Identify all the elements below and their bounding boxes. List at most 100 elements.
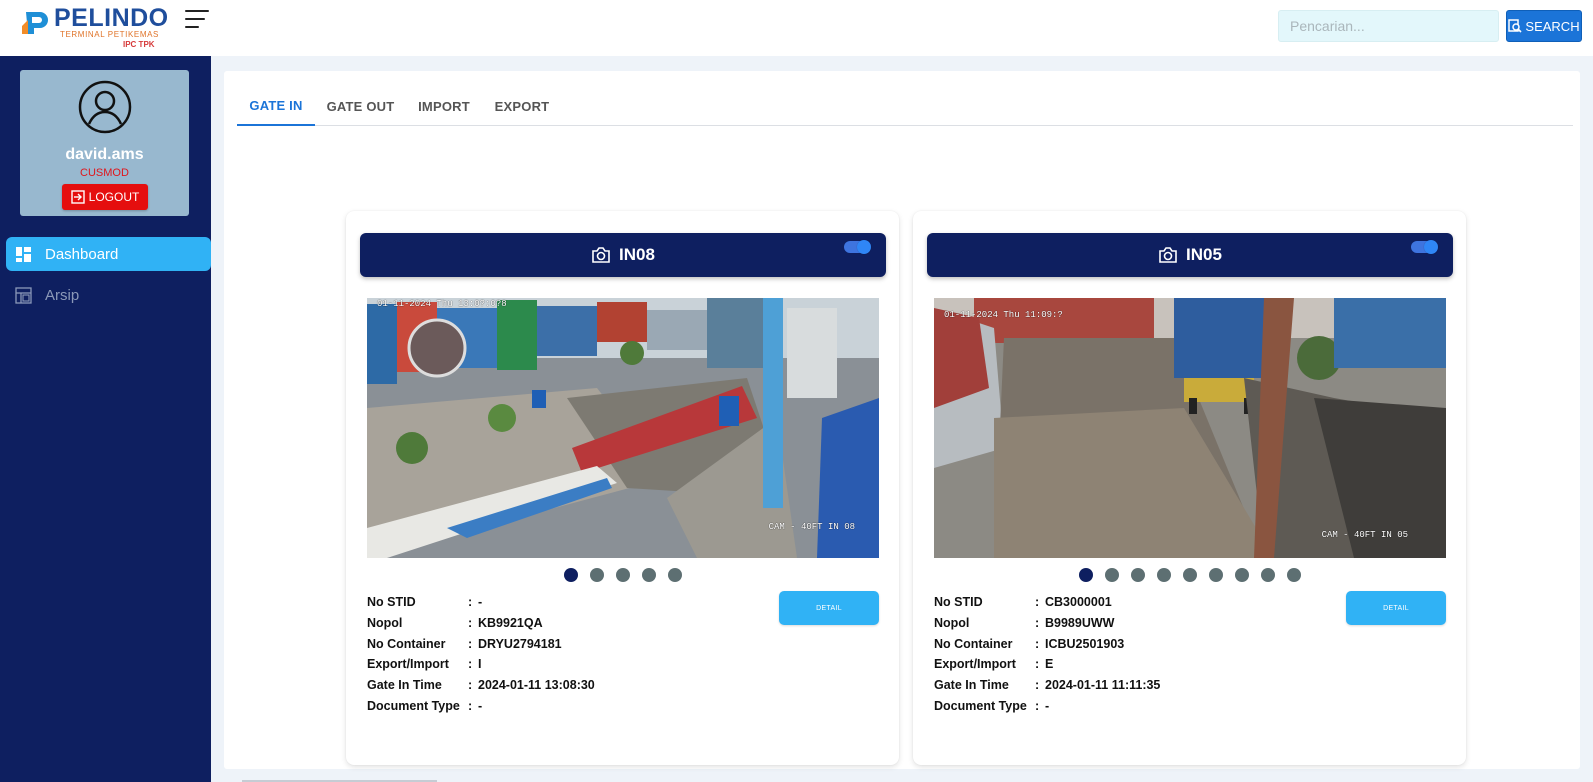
gate-card: IN05 01-11-2024 Thu 11:09:? CAM - 40FT I…	[913, 211, 1466, 765]
info-label: Document Type	[934, 698, 1027, 713]
slide-indicators	[346, 568, 899, 582]
logout-button[interactable]: LOGOUT	[62, 184, 148, 210]
pelindo-logo-mark	[22, 12, 48, 34]
info-row-document-type: Document Type: -	[934, 698, 1050, 713]
slide-dot[interactable]	[667, 568, 682, 582]
slide-dot[interactable]	[615, 568, 630, 582]
info-value: I	[478, 657, 482, 672]
info-label: No Container	[367, 636, 446, 651]
detail-button-label: DETAIL	[816, 604, 842, 612]
detail-button[interactable]: DETAIL	[779, 591, 879, 625]
tab-export[interactable]: EXPORT	[482, 86, 562, 126]
info-label: No STID	[367, 595, 416, 610]
camera-timestamp: 01-11-2024 Thu 11:09:?	[944, 310, 1063, 320]
info-row-nopol: Nopol: B9989UWW	[934, 616, 1115, 631]
info-row-gate-in-time: Gate In Time:2024-01-11 11:11:35	[934, 678, 1161, 693]
info-value: -	[478, 595, 483, 610]
info-row-container: No Container: DRYU2794181	[367, 636, 562, 651]
card-header: IN05	[927, 233, 1453, 277]
camera-toggle[interactable]	[844, 240, 871, 254]
slide-dot[interactable]	[1130, 568, 1145, 582]
tab-label: GATE OUT	[326, 98, 395, 114]
user-profile-card: david.ams CUSMOD LOGOUT	[20, 70, 189, 216]
info-label: Gate In Time	[934, 678, 1009, 693]
slide-dot[interactable]	[1078, 568, 1093, 582]
logo-title: PELINDO	[54, 4, 169, 32]
menu-toggle-icon[interactable]	[185, 8, 211, 30]
gate-info: No STID: - Nopol: KB9921QA No Container: DR…	[367, 592, 727, 716]
logo-subtitle: TERMINAL PETIKEMAS	[60, 30, 159, 39]
camera-overlay-label: CAM - 40FT IN 08	[768, 522, 855, 532]
slide-dot[interactable]	[1156, 568, 1171, 582]
slide-dot[interactable]	[1260, 568, 1275, 582]
slide-dot[interactable]	[1104, 568, 1119, 582]
search-button[interactable]: SEARCH	[1506, 10, 1582, 42]
slide-dot[interactable]	[589, 568, 604, 582]
info-value: B9989UWW	[1045, 616, 1115, 631]
camera-icon	[592, 247, 610, 263]
camera-name: IN05	[1186, 245, 1222, 264]
search-input[interactable]	[1278, 10, 1499, 42]
slide-dot[interactable]	[1208, 568, 1223, 582]
top-bar: PELINDO TERMINAL PETIKEMAS IPC TPK SEARC…	[0, 0, 1593, 56]
slide-dot[interactable]	[641, 568, 656, 582]
slide-dot[interactable]	[1182, 568, 1197, 582]
info-value: E	[1045, 657, 1054, 672]
gate-tabs: GATE IN GATE OUT IMPORT EXPORT	[237, 86, 1573, 126]
user-role: CUSMOD	[80, 167, 129, 179]
gate-card: IN08 01-11-2024 Thu 13:0?:0?8 CAM - 40FT…	[346, 211, 899, 765]
main-panel: GATE IN GATE OUT IMPORT EXPORT IN08 01-1…	[224, 71, 1580, 769]
info-row-nopol: Nopol: KB9921QA	[367, 616, 543, 631]
sidebar: david.ams CUSMOD LOGOUT Dashboard Arsip	[0, 56, 211, 782]
info-value: ICBU2501903	[1045, 636, 1125, 651]
user-avatar-icon	[78, 80, 132, 134]
slide-dot[interactable]	[563, 568, 578, 582]
gate-info: No STID: CB3000001 Nopol: B9989UWW No Cont…	[934, 592, 1294, 716]
logo-tag: IPC TPK	[123, 40, 155, 49]
slide-dot[interactable]	[1234, 568, 1249, 582]
info-row-stid: No STID: -	[367, 595, 483, 610]
camera-snapshot[interactable]: 01-11-2024 Thu 13:0?:0?8 CAM - 40FT IN 0…	[367, 298, 879, 558]
info-label: Nopol	[367, 616, 403, 631]
camera-overlay-label: CAM - 40FT IN 05	[1321, 530, 1408, 540]
info-row-gate-in-time: Gate In Time:2024-01-11 13:08:30	[367, 678, 595, 693]
camera-name: IN08	[619, 245, 655, 264]
info-row-stid: No STID: CB3000001	[934, 595, 1112, 610]
info-label: Gate In Time	[367, 678, 442, 693]
info-label: No Container	[934, 636, 1013, 651]
info-value: 2024-01-11 11:11:35	[1045, 678, 1161, 693]
tab-gate-out[interactable]: GATE OUT	[315, 86, 406, 126]
archive-icon	[15, 286, 32, 304]
info-row-container: No Container: ICBU2501903	[934, 636, 1125, 651]
tab-label: EXPORT	[494, 98, 550, 114]
search-button-label: SEARCH	[1525, 18, 1580, 34]
tab-label: GATE IN	[249, 97, 303, 113]
logout-label: LOGOUT	[88, 190, 140, 204]
pelindo-logo[interactable]: PELINDO TERMINAL PETIKEMAS IPC TPK	[20, 4, 168, 49]
tab-gate-in[interactable]: GATE IN	[237, 86, 315, 126]
sidebar-item-label: Dashboard	[45, 245, 119, 263]
slide-dot[interactable]	[1286, 568, 1301, 582]
info-row-export-import: Export/Import: I	[367, 657, 482, 672]
camera-toggle[interactable]	[1411, 240, 1438, 254]
dashboard-icon	[16, 246, 31, 262]
sidebar-item-arsip[interactable]: Arsip	[6, 278, 211, 312]
tab-label: IMPORT	[418, 98, 470, 114]
slide-indicators	[913, 568, 1466, 582]
search-icon	[1508, 19, 1522, 33]
camera-snapshot[interactable]: 01-11-2024 Thu 11:09:? CAM - 40FT IN 05	[934, 298, 1446, 558]
logout-icon	[70, 190, 85, 204]
info-row-document-type: Document Type: -	[367, 698, 483, 713]
camera-timestamp: 01-11-2024 Thu 13:0?:0?8	[377, 299, 507, 309]
info-label: Export/Import	[367, 657, 449, 672]
detail-button[interactable]: DETAIL	[1346, 591, 1446, 625]
tab-import[interactable]: IMPORT	[406, 86, 482, 126]
sidebar-item-dashboard[interactable]: Dashboard	[6, 237, 211, 271]
sidebar-item-label: Arsip	[45, 286, 80, 304]
info-label: No STID	[934, 595, 983, 610]
camera-icon	[1159, 247, 1177, 263]
info-value: 2024-01-11 13:08:30	[478, 678, 595, 693]
info-label: Document Type	[367, 698, 460, 713]
detail-button-label: DETAIL	[1383, 604, 1409, 612]
info-value: DRYU2794181	[478, 636, 562, 651]
